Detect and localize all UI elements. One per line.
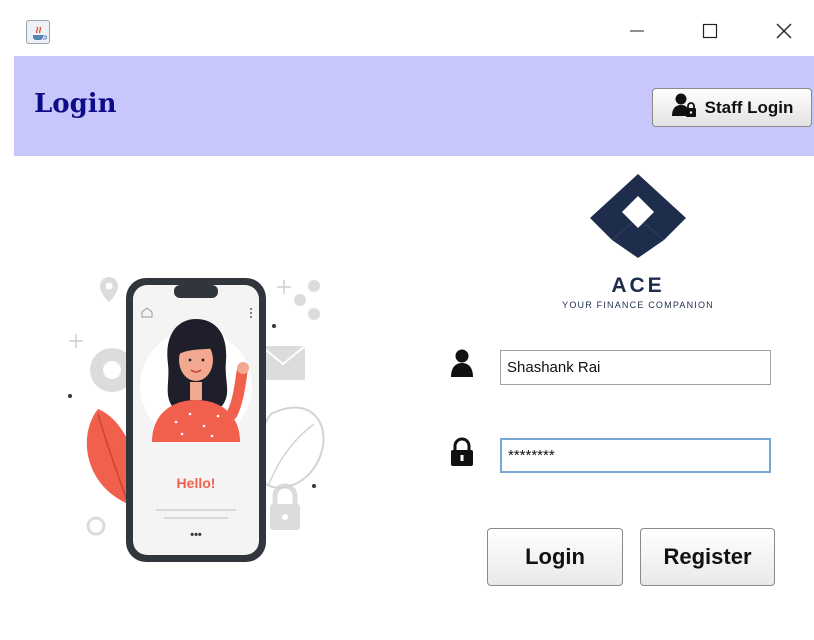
lock-icon <box>449 437 475 467</box>
staff-login-button[interactable]: Staff Login <box>652 88 812 127</box>
minimize-button[interactable] <box>617 14 657 48</box>
username-input[interactable] <box>500 350 771 385</box>
brand-name: ACE <box>611 274 665 297</box>
maximize-button[interactable] <box>690 14 730 48</box>
password-input[interactable] <box>500 438 771 473</box>
user-lock-icon <box>671 92 697 123</box>
window-titlebar <box>0 0 814 56</box>
greeting-text: Hello! <box>177 475 216 491</box>
java-icon <box>26 20 50 44</box>
brand-tagline: YOUR FINANCE COMPANION <box>562 300 714 310</box>
login-button[interactable]: Login <box>487 528 623 586</box>
close-button[interactable] <box>764 14 804 48</box>
user-icon <box>449 348 475 378</box>
welcome-illustration: Hello! ••• <box>56 264 356 574</box>
menu-dots-text: ••• <box>190 529 202 541</box>
header-banner: Login Staff Login <box>14 56 814 156</box>
register-button[interactable]: Register <box>640 528 775 586</box>
ace-logo <box>588 172 688 267</box>
page-title: Login <box>34 89 117 119</box>
staff-login-label: Staff Login <box>704 97 794 117</box>
